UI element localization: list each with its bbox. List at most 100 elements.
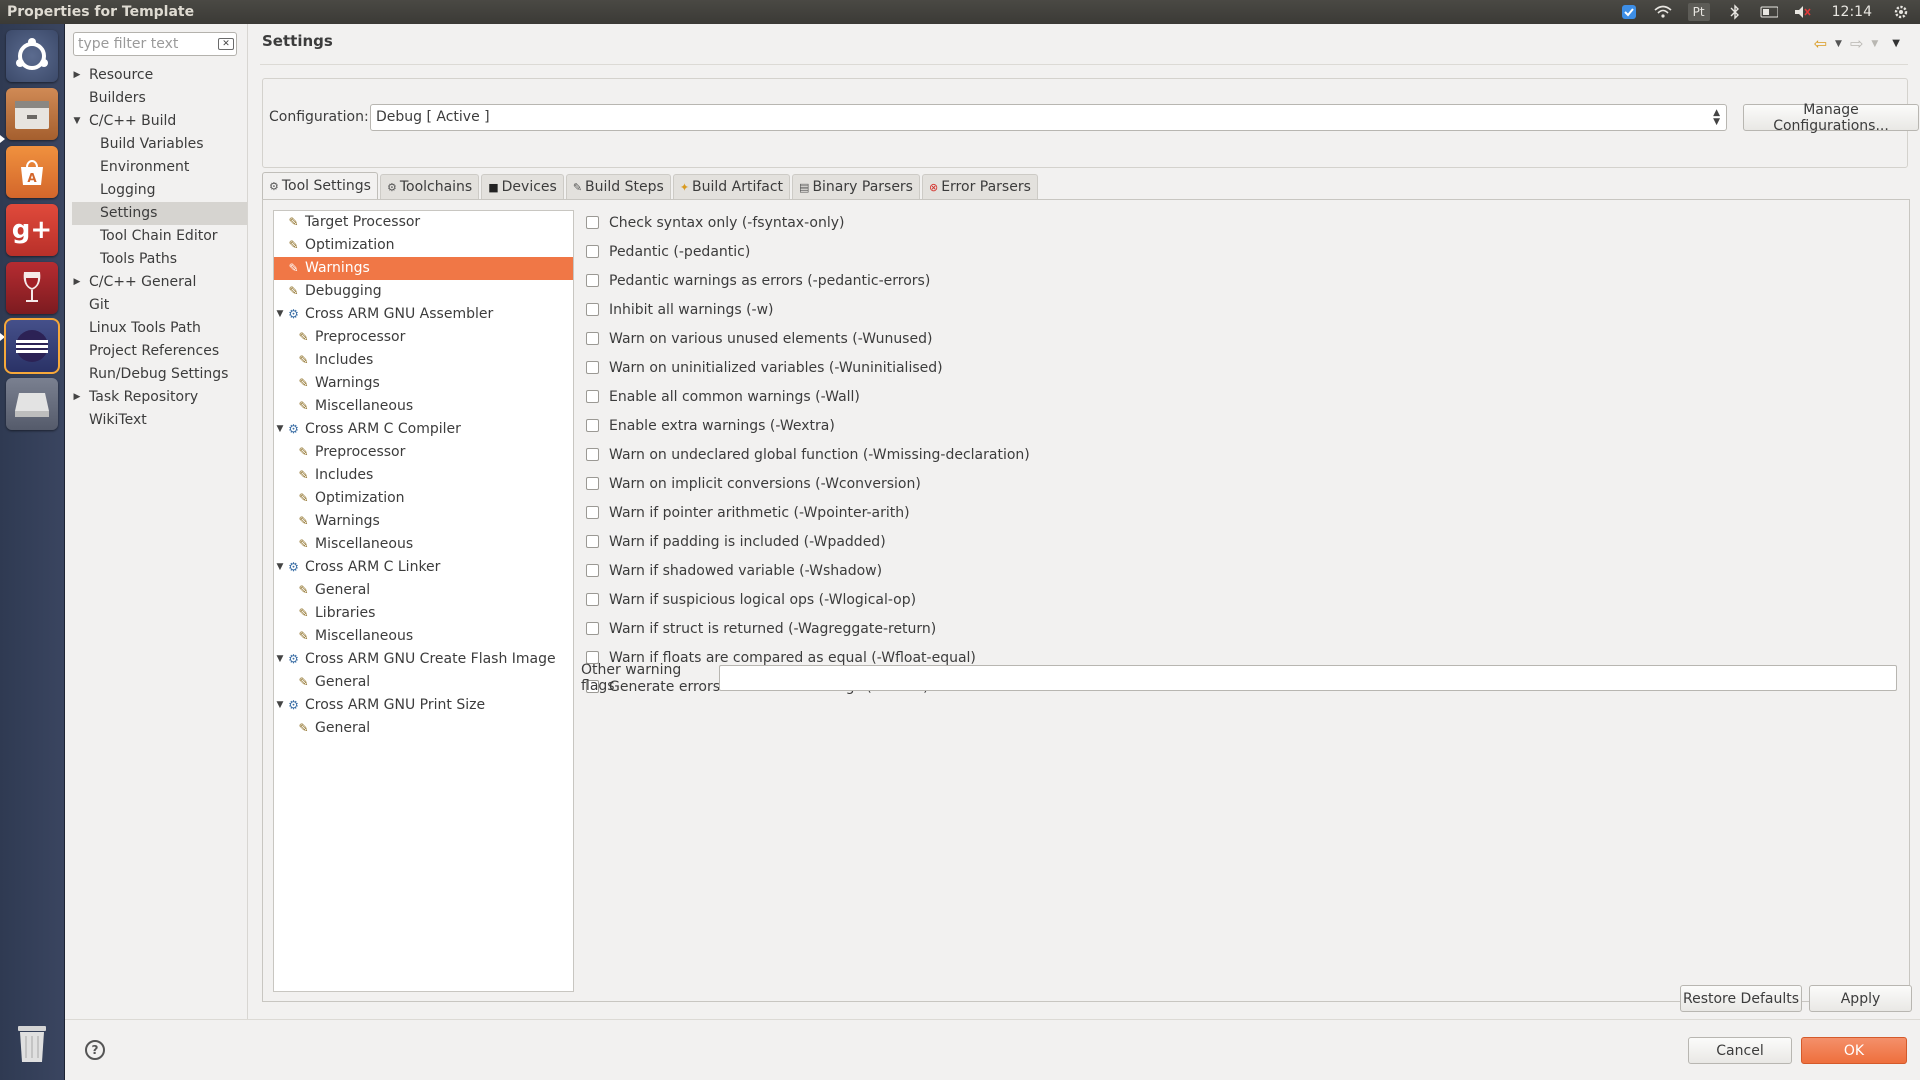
- clock[interactable]: 12:14: [1832, 4, 1872, 20]
- dropbox-icon[interactable]: [1620, 3, 1638, 21]
- ubuntu-dash-icon[interactable]: [6, 30, 58, 82]
- tab-devices[interactable]: ■ Devices: [481, 174, 564, 199]
- tool-tree-option[interactable]: ✎ Warnings: [274, 510, 573, 533]
- eclipse-icon[interactable]: [4, 318, 60, 374]
- tool-tree-option[interactable]: ✎ Preprocessor: [274, 326, 573, 349]
- nav-item-logging[interactable]: Logging: [65, 179, 247, 202]
- back-menu-icon[interactable]: ▼: [1835, 39, 1842, 49]
- tool-tree-option[interactable]: ✎ Debugging: [274, 280, 573, 303]
- tool-tree-tool[interactable]: ▼ ⚙ Cross ARM C Linker: [274, 556, 573, 579]
- warning-option-row[interactable]: Warn on implicit conversions (-Wconversi…: [581, 469, 1901, 498]
- nav-item-linux-tools-path[interactable]: Linux Tools Path: [65, 317, 247, 340]
- tool-tree-tool[interactable]: ▼ ⚙ Cross ARM GNU Print Size: [274, 694, 573, 717]
- checkbox[interactable]: [586, 245, 599, 258]
- cancel-button[interactable]: Cancel: [1688, 1037, 1792, 1064]
- nav-item-builders[interactable]: Builders: [65, 87, 247, 110]
- manage-configurations-button[interactable]: Manage Configurations...: [1743, 102, 1919, 134]
- nav-item-tool-chain-editor[interactable]: Tool Chain Editor: [65, 225, 247, 248]
- tool-tree-tool[interactable]: ▼ ⚙ Cross ARM C Compiler: [274, 418, 573, 441]
- nav-item-cpp-build[interactable]: ▼ C/C++ Build: [65, 110, 247, 133]
- nav-item-resource[interactable]: ▶ Resource: [65, 64, 247, 87]
- checkbox[interactable]: [586, 274, 599, 287]
- bluetooth-icon[interactable]: [1726, 3, 1744, 21]
- tool-tree-tool[interactable]: ▼ ⚙ Cross ARM GNU Create Flash Image: [274, 648, 573, 671]
- warning-option-row[interactable]: Pedantic (-pedantic): [581, 237, 1901, 266]
- software-center-icon[interactable]: A: [6, 146, 58, 198]
- collapse-arrow-icon[interactable]: ▼: [274, 303, 286, 326]
- warning-option-row[interactable]: Check syntax only (-fsyntax-only): [581, 208, 1901, 237]
- warning-option-row[interactable]: Warn on various unused elements (-Wunuse…: [581, 324, 1901, 353]
- tool-tree-option[interactable]: ✎ Target Processor: [274, 211, 573, 234]
- warning-option-row[interactable]: Enable all common warnings (-Wall): [581, 382, 1901, 411]
- warning-option-row[interactable]: Warn if shadowed variable (-Wshadow): [581, 556, 1901, 585]
- clear-filter-icon[interactable]: ✕: [218, 38, 234, 50]
- warning-option-row[interactable]: Warn if suspicious logical ops (-Wlogica…: [581, 585, 1901, 614]
- forward-menu-icon[interactable]: ▼: [1871, 39, 1878, 49]
- warning-option-row[interactable]: Warn if struct is returned (-Wagreggate-…: [581, 614, 1901, 643]
- tab-toolchains[interactable]: ⚙ Toolchains: [379, 174, 480, 199]
- tool-tree-tool[interactable]: ▼ ⚙ Cross ARM GNU Assembler: [274, 303, 573, 326]
- checkbox[interactable]: [586, 506, 599, 519]
- nav-item-build-variables[interactable]: Build Variables: [65, 133, 247, 156]
- tool-tree-option[interactable]: ✎ Miscellaneous: [274, 625, 573, 648]
- filter-input[interactable]: [78, 34, 216, 54]
- checkbox[interactable]: [586, 419, 599, 432]
- checkbox[interactable]: [586, 448, 599, 461]
- collapse-arrow-icon[interactable]: ▼: [274, 418, 286, 441]
- tab-error-parsers[interactable]: ⊗ Error Parsers: [921, 174, 1038, 199]
- restore-defaults-button[interactable]: Restore Defaults: [1680, 985, 1802, 1012]
- nav-item-environment[interactable]: Environment: [65, 156, 247, 179]
- tool-tree-option[interactable]: ✎ General: [274, 671, 573, 694]
- ok-button[interactable]: OK: [1801, 1037, 1907, 1064]
- forward-arrow-icon[interactable]: ⇨: [1850, 34, 1863, 53]
- expand-arrow-icon[interactable]: ▶: [71, 386, 83, 409]
- checkbox[interactable]: [586, 303, 599, 316]
- tool-tree-option[interactable]: ✎ Optimization: [274, 234, 573, 257]
- warning-option-row[interactable]: Warn if padding is included (-Wpadded): [581, 527, 1901, 556]
- trash-icon[interactable]: [6, 1018, 58, 1070]
- other-warning-flags-input[interactable]: [719, 665, 1897, 691]
- warning-option-row[interactable]: Pedantic warnings as errors (-pedantic-e…: [581, 266, 1901, 295]
- tool-tree-option[interactable]: ✎ Includes: [274, 349, 573, 372]
- checkbox[interactable]: [586, 593, 599, 606]
- expand-arrow-icon[interactable]: ▶: [71, 271, 83, 294]
- google-plus-icon[interactable]: g+: [6, 204, 58, 256]
- help-icon[interactable]: ?: [85, 1040, 105, 1060]
- checkbox[interactable]: [586, 361, 599, 374]
- keyboard-layout-indicator[interactable]: Pt: [1687, 3, 1710, 21]
- collapse-arrow-icon[interactable]: ▼: [274, 556, 286, 579]
- tool-tree-option[interactable]: ✎ Preprocessor: [274, 441, 573, 464]
- collapse-arrow-icon[interactable]: ▼: [274, 648, 286, 671]
- gear-icon[interactable]: [1892, 3, 1910, 21]
- tool-tree-option[interactable]: ✎ Libraries: [274, 602, 573, 625]
- warning-option-row[interactable]: Warn on undeclared global function (-Wmi…: [581, 440, 1901, 469]
- nav-item-run-debug-settings[interactable]: Run/Debug Settings: [65, 363, 247, 386]
- collapse-arrow-icon[interactable]: ▼: [274, 694, 286, 717]
- tab-build-artifact[interactable]: ✦ Build Artifact: [672, 174, 791, 199]
- nav-item-settings[interactable]: Settings: [72, 202, 247, 225]
- tab-tool-settings[interactable]: ⚙ Tool Settings: [262, 172, 378, 199]
- apply-button[interactable]: Apply: [1809, 985, 1912, 1012]
- nav-item-wikitext[interactable]: WikiText: [65, 409, 247, 432]
- volume-muted-icon[interactable]: [1794, 3, 1812, 21]
- nav-item-project-references[interactable]: Project References: [65, 340, 247, 363]
- nav-item-git[interactable]: Git: [65, 294, 247, 317]
- files-icon[interactable]: [6, 88, 58, 140]
- checkbox[interactable]: [586, 535, 599, 548]
- drive-icon[interactable]: [6, 378, 58, 430]
- checkbox[interactable]: [586, 390, 599, 403]
- checkbox[interactable]: [586, 477, 599, 490]
- tool-tree-option[interactable]: ✎ Warnings: [274, 257, 573, 280]
- nav-item-cpp-general[interactable]: ▶ C/C++ General: [65, 271, 247, 294]
- tool-tree-option[interactable]: ✎ General: [274, 717, 573, 740]
- checkbox[interactable]: [586, 622, 599, 635]
- warning-option-row[interactable]: Warn if pointer arithmetic (-Wpointer-ar…: [581, 498, 1901, 527]
- checkbox[interactable]: [586, 564, 599, 577]
- wifi-icon[interactable]: [1654, 3, 1672, 21]
- wine-icon[interactable]: [6, 262, 58, 314]
- tool-tree-option[interactable]: ✎ Optimization: [274, 487, 573, 510]
- tool-tree-option[interactable]: ✎ Miscellaneous: [274, 395, 573, 418]
- checkbox[interactable]: [586, 216, 599, 229]
- view-menu-icon[interactable]: ▼: [1892, 38, 1900, 49]
- nav-item-task-repository[interactable]: ▶ Task Repository: [65, 386, 247, 409]
